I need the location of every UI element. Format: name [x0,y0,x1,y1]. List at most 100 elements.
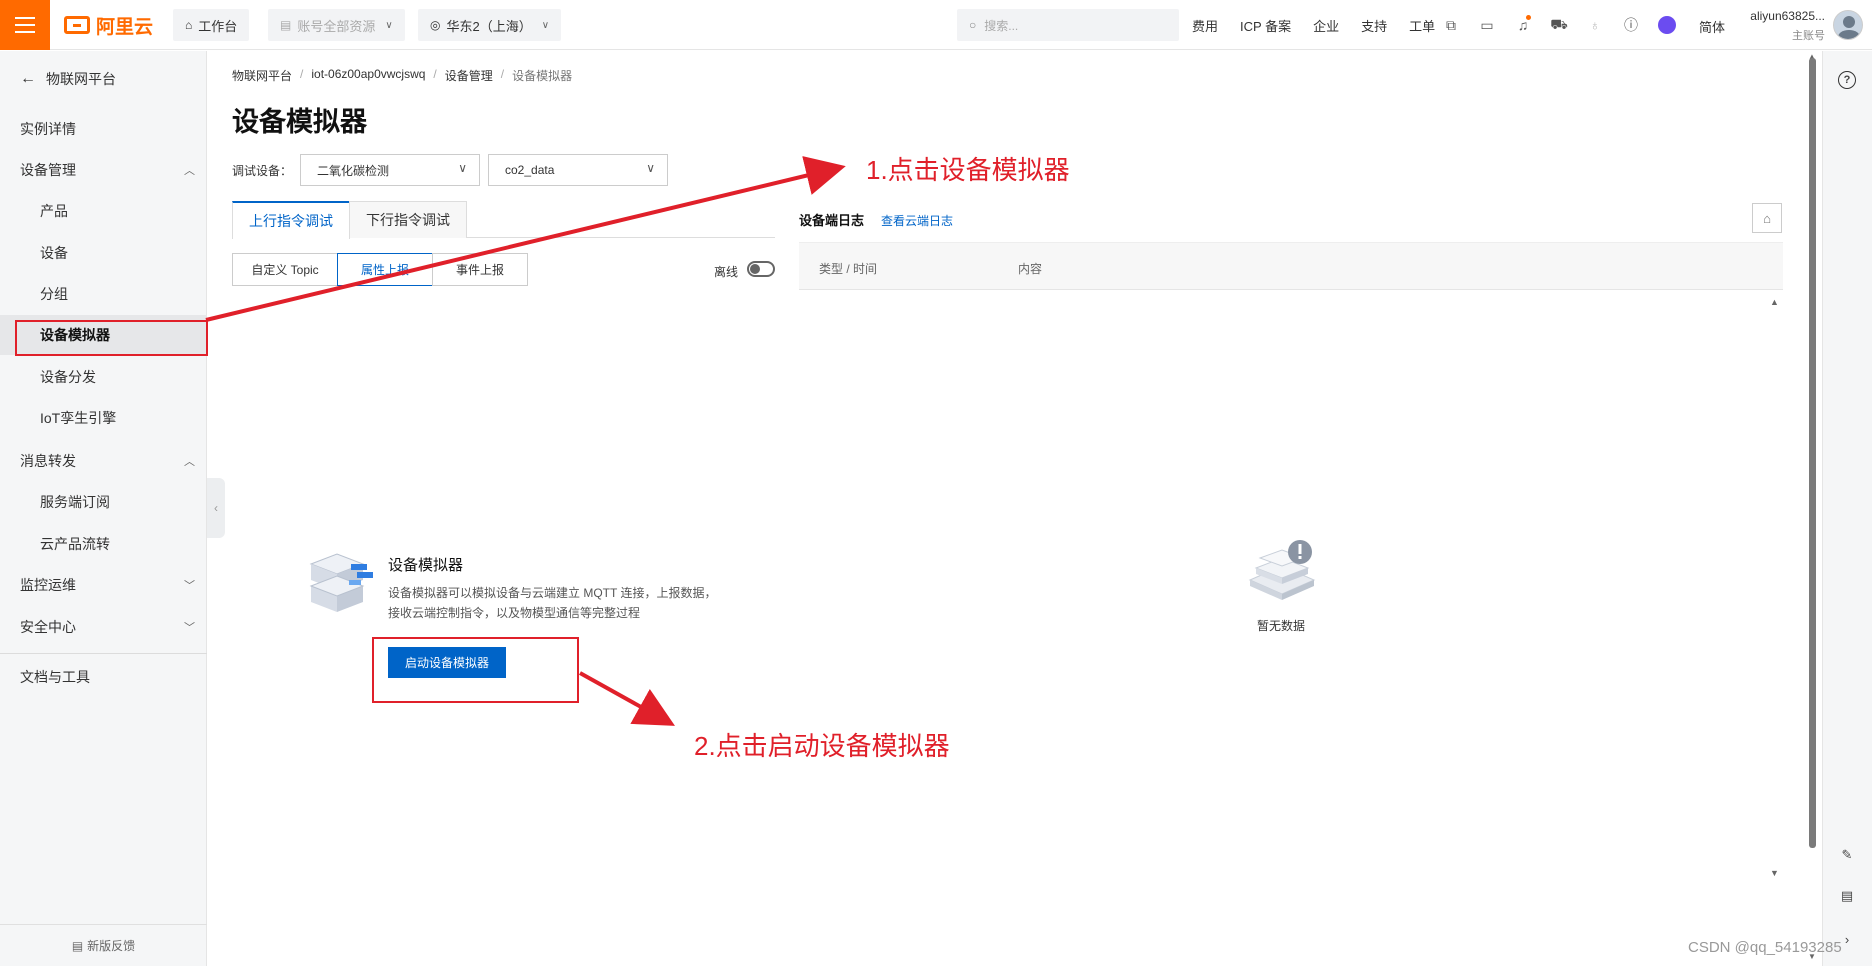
sidebar-item-monitoring[interactable]: 监控运维 ﹀ [0,565,207,605]
sidebar-item-label: 实例详情 [20,121,76,137]
log-scroll-up-icon[interactable]: ▲ [1770,297,1779,307]
tab-downlink-debug[interactable]: 下行指令调试 [349,201,467,238]
sidebar-item-label: 设备管理 [20,162,76,178]
link-billing[interactable]: 费用 [1192,16,1218,35]
user-name: aliyun63825... [1750,9,1825,23]
feedback-label: 新版反馈 [87,939,136,953]
cart-icon[interactable]: ⛟ [1548,15,1570,35]
search-input[interactable]: ○ 搜索... [957,9,1179,41]
breadcrumb-item[interactable]: 设备管理 [445,67,493,84]
chevron-down-icon: ﹀ [184,580,195,592]
avatar[interactable] [1833,10,1863,40]
sidebar-item-instance-details[interactable]: 实例详情 [0,109,207,149]
view-cloud-log-link[interactable]: 查看云端日志 [881,212,953,229]
sidebar-item-devices[interactable]: 设备 [0,233,207,273]
sidebar-item-message-forwarding[interactable]: 消息转发 ︿ [0,441,207,481]
sidebar-item-label: 监控运维 [20,577,76,593]
annotation-box-simulator-menu [15,320,208,356]
sidebar-item-server-subscription[interactable]: 服务端订阅 [0,482,207,522]
offline-label: 离线 [714,265,739,279]
sidebar-divider [0,653,207,654]
simulator-server-icon [309,553,373,612]
column-type-time: 类型 / 时间 [819,262,878,276]
help-circle-icon[interactable]: ? [1838,71,1856,89]
product-select[interactable]: 二氧化碳检测 ∨ [300,154,480,186]
edit-icon[interactable]: ✎ [1835,843,1859,867]
segment-property-report[interactable]: 属性上报 [337,253,433,286]
online-toggle[interactable] [747,261,775,277]
link-icp[interactable]: ICP 备案 [1240,16,1291,35]
region-selector[interactable]: ◎ 华东2（上海） ∨ [418,9,562,41]
sidebar-item-label: 分组 [40,286,68,302]
sidebar-item-products[interactable]: 产品 [0,191,207,231]
ai-assistant-icon[interactable] [1656,15,1678,35]
breadcrumb-item[interactable]: 物联网平台 [232,67,292,84]
breadcrumb-current: 设备模拟器 [512,69,573,83]
debug-tabs: 上行指令调试 下行指令调试 [232,201,775,239]
chevron-down-icon: ∨ [385,19,393,31]
sidebar-item-iot-twin-engine[interactable]: IoT孪生引擎 [0,398,207,438]
top-icon-group: ⧉ ▭ ♫ ⛟ ♁ ⓘ [1440,15,1678,35]
chevron-left-icon: ‹ [214,501,218,515]
sidebar-item-docs-tools[interactable]: 文档与工具 [0,657,207,697]
link-enterprise[interactable]: 企业 [1313,16,1339,35]
sidebar-item-cloud-product-flow[interactable]: 云产品流转 [0,524,207,564]
sidebar-item-groups[interactable]: 分组 [0,274,207,314]
hamburger-menu-icon[interactable] [0,0,50,50]
chat-icon[interactable]: ▤ [1835,884,1859,908]
debug-device-label: 调试设备： [232,164,293,178]
aliyun-logo[interactable]: 阿里云 [64,13,153,38]
home-icon: ⌂ [185,18,193,32]
search-placeholder: 搜索... [984,18,1019,33]
language-switch[interactable]: 简体 [1699,17,1725,36]
chevron-down-icon: ﹀ [184,622,195,634]
sidebar-item-label: 文档与工具 [20,669,90,685]
help-icon[interactable]: ⓘ [1620,15,1642,35]
sidebar-item-label: 服务端订阅 [40,494,110,510]
sidebar-item-label: 设备 [40,245,68,261]
tab-uplink-debug[interactable]: 上行指令调试 [232,201,350,239]
sidebar-item-label: 云产品流转 [40,536,110,552]
annotation-step1-text: 1.点击设备模拟器 [866,155,1070,185]
new-version-feedback[interactable]: ▤ 新版反馈 [0,924,207,966]
device-select-value: co2_data [505,163,555,177]
sidebar-item-device-distribution[interactable]: 设备分发 [0,357,207,397]
cloud-shell-icon[interactable]: ⧉ [1440,15,1462,35]
link-ticket[interactable]: 工单 [1409,16,1435,35]
user-info[interactable]: aliyun63825... 主账号 [1743,9,1825,43]
sidebar-item-device-management[interactable]: 设备管理 ︿ [0,150,207,190]
user-role: 主账号 [1792,30,1825,42]
back-to-iot-platform[interactable]: ← 物联网平台 [20,69,116,89]
sidebar-item-security-center[interactable]: 安全中心 ﹀ [0,607,207,647]
log-scroll-down-icon[interactable]: ▼ [1770,868,1779,878]
segment-custom-topic[interactable]: 自定义 Topic [232,253,338,286]
workbench-button[interactable]: ⌂ 工作台 [173,9,250,41]
bell-icon[interactable]: ♫ [1512,15,1534,35]
chevron-up-icon: ︿ [184,165,195,177]
resource-group-label: 账号全部资源 [297,18,376,34]
annotation-arrows [205,156,846,726]
empty-data-icon [1248,540,1316,600]
log-table-header: 类型 / 时间 内容 [799,242,1783,290]
annotation-box-start-button [372,637,579,703]
csdn-watermark: CSDN @qq_54193285 [1688,939,1842,956]
device-select[interactable]: co2_data ∨ [488,154,668,186]
simulator-title: 设备模拟器 [388,557,464,574]
annotation-step2-text: 2.点击启动设备模拟器 [694,731,950,761]
device-log-title: 设备端日志 [799,213,865,228]
page-scrollbar[interactable] [1809,58,1816,848]
sidebar-collapse-handle[interactable]: ‹ [207,478,225,538]
segment-event-report[interactable]: 事件上报 [432,253,528,286]
sidebar-item-label: 产品 [40,203,68,219]
lightbulb-icon[interactable]: ♁ [1584,15,1606,35]
clear-log-button[interactable]: ⌂ [1752,203,1782,233]
stack-icon: ▤ [280,18,292,32]
page-title: 设备模拟器 [232,107,367,137]
resource-group-selector[interactable]: ▤ 账号全部资源 ∨ [268,9,405,41]
product-select-value: 二氧化碳检测 [317,163,390,178]
breadcrumb-item[interactable]: iot-06z00ap0vwcjswq [311,67,425,84]
terminal-icon[interactable]: ▭ [1476,15,1498,35]
link-support[interactable]: 支持 [1361,16,1387,35]
annotation-arrow-step1 [205,156,846,322]
right-tool-rail [1822,51,1872,966]
